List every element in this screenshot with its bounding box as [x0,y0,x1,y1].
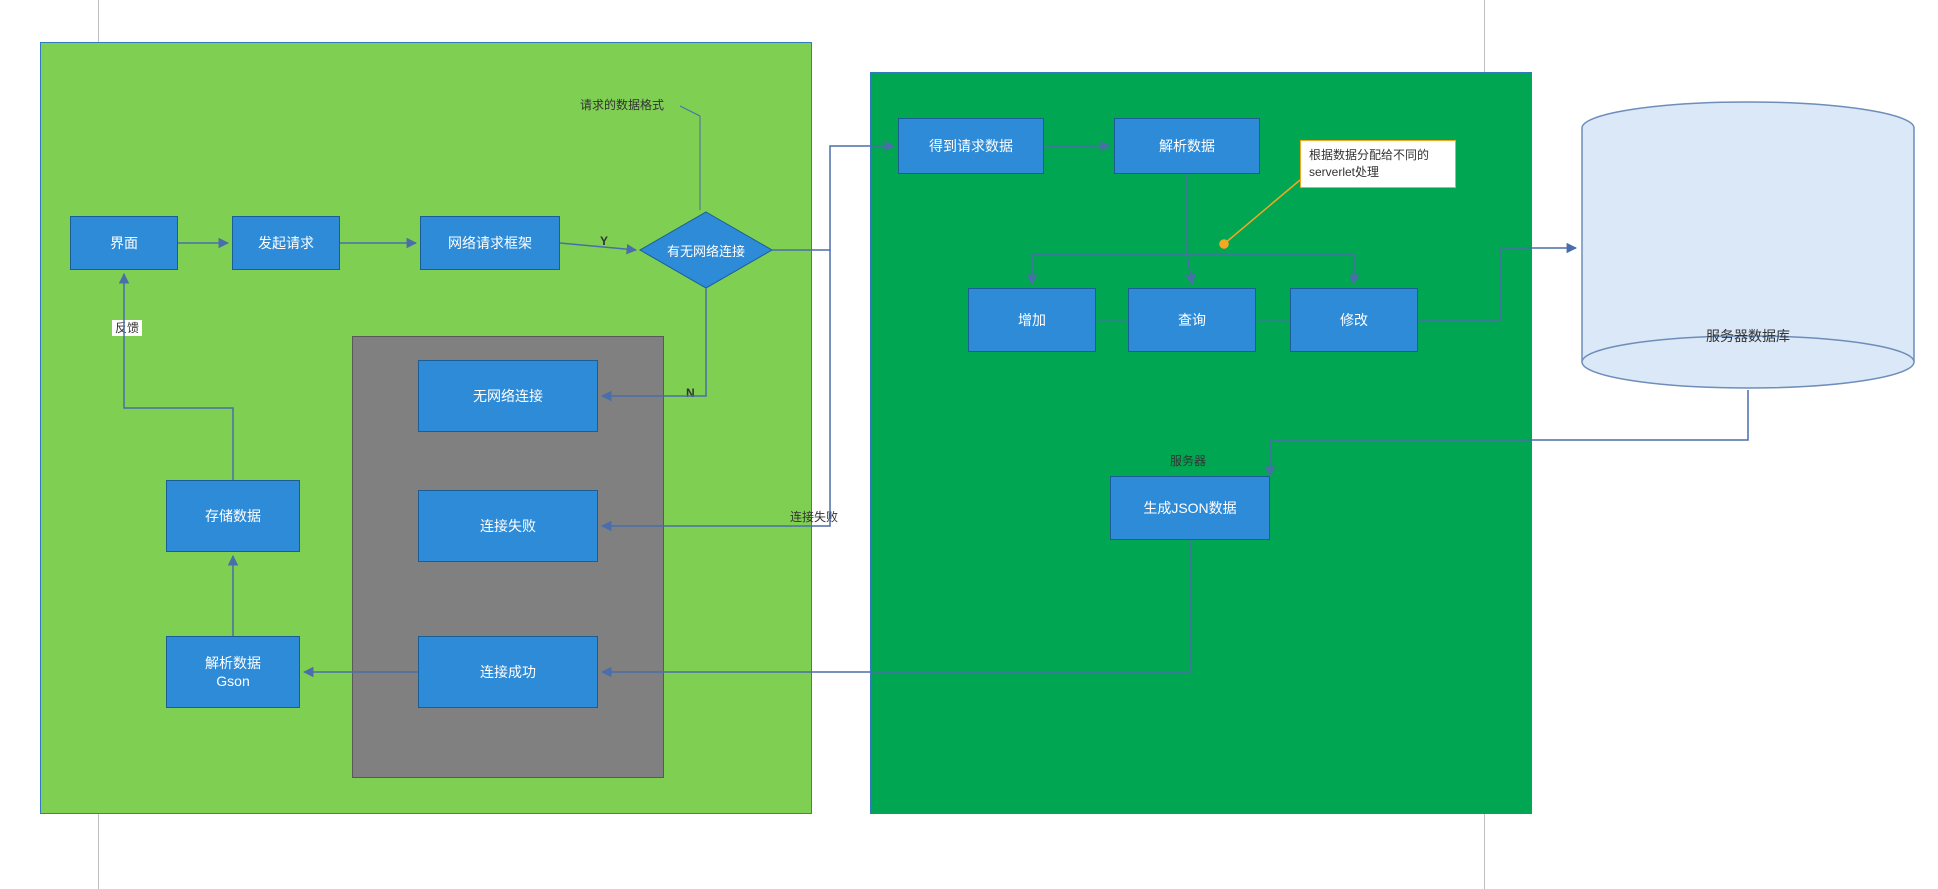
node-get-request[interactable]: 得到请求数据 [898,118,1044,174]
node-modify-label: 修改 [1340,311,1368,329]
node-gen-json[interactable]: 生成JSON数据 [1110,476,1270,540]
database-label: 服务器数据库 [1580,326,1916,346]
node-net-framework[interactable]: 网络请求框架 [420,216,560,270]
node-store-data-label: 存储数据 [205,507,261,525]
node-store-data[interactable]: 存储数据 [166,480,300,552]
node-add[interactable]: 增加 [968,288,1096,352]
label-request-format: 请求的数据格式 [580,98,664,112]
node-add-label: 增加 [1018,311,1046,329]
node-parse-gson[interactable]: 解析数据 Gson [166,636,300,708]
node-parse-data[interactable]: 解析数据 [1114,118,1260,174]
node-ui-label: 界面 [110,234,138,252]
label-conn-fail: 连接失败 [790,510,838,524]
node-gen-json-label: 生成JSON数据 [1143,499,1236,517]
label-server: 服务器 [1170,454,1206,468]
note-serverlet-text: 根据数据分配给不同的serverlet处理 [1309,148,1429,179]
node-has-network[interactable]: 有无网络连接 [636,210,756,280]
node-no-network[interactable]: 无网络连接 [418,360,598,432]
node-conn-fail-label: 连接失败 [480,517,536,535]
database-cylinder: 服务器数据库 [1580,100,1916,390]
node-no-network-label: 无网络连接 [473,387,543,405]
node-send-request-label: 发起请求 [258,234,314,252]
label-feedback: 反馈 [112,320,142,336]
node-parse-data-label: 解析数据 [1159,137,1215,155]
node-send-request[interactable]: 发起请求 [232,216,340,270]
node-ui[interactable]: 界面 [70,216,178,270]
node-conn-fail[interactable]: 连接失败 [418,490,598,562]
node-modify[interactable]: 修改 [1290,288,1418,352]
node-parse-gson-label: 解析数据 Gson [205,654,261,690]
node-conn-ok-label: 连接成功 [480,663,536,681]
node-query[interactable]: 查询 [1128,288,1256,352]
node-net-framework-label: 网络请求框架 [448,234,532,252]
node-query-label: 查询 [1178,311,1206,329]
label-n: N [686,386,695,400]
node-conn-ok[interactable]: 连接成功 [418,636,598,708]
node-get-request-label: 得到请求数据 [929,137,1013,155]
node-has-network-label: 有无网络连接 [636,210,776,290]
note-serverlet: 根据数据分配给不同的serverlet处理 [1300,140,1456,188]
label-y: Y [600,234,608,248]
